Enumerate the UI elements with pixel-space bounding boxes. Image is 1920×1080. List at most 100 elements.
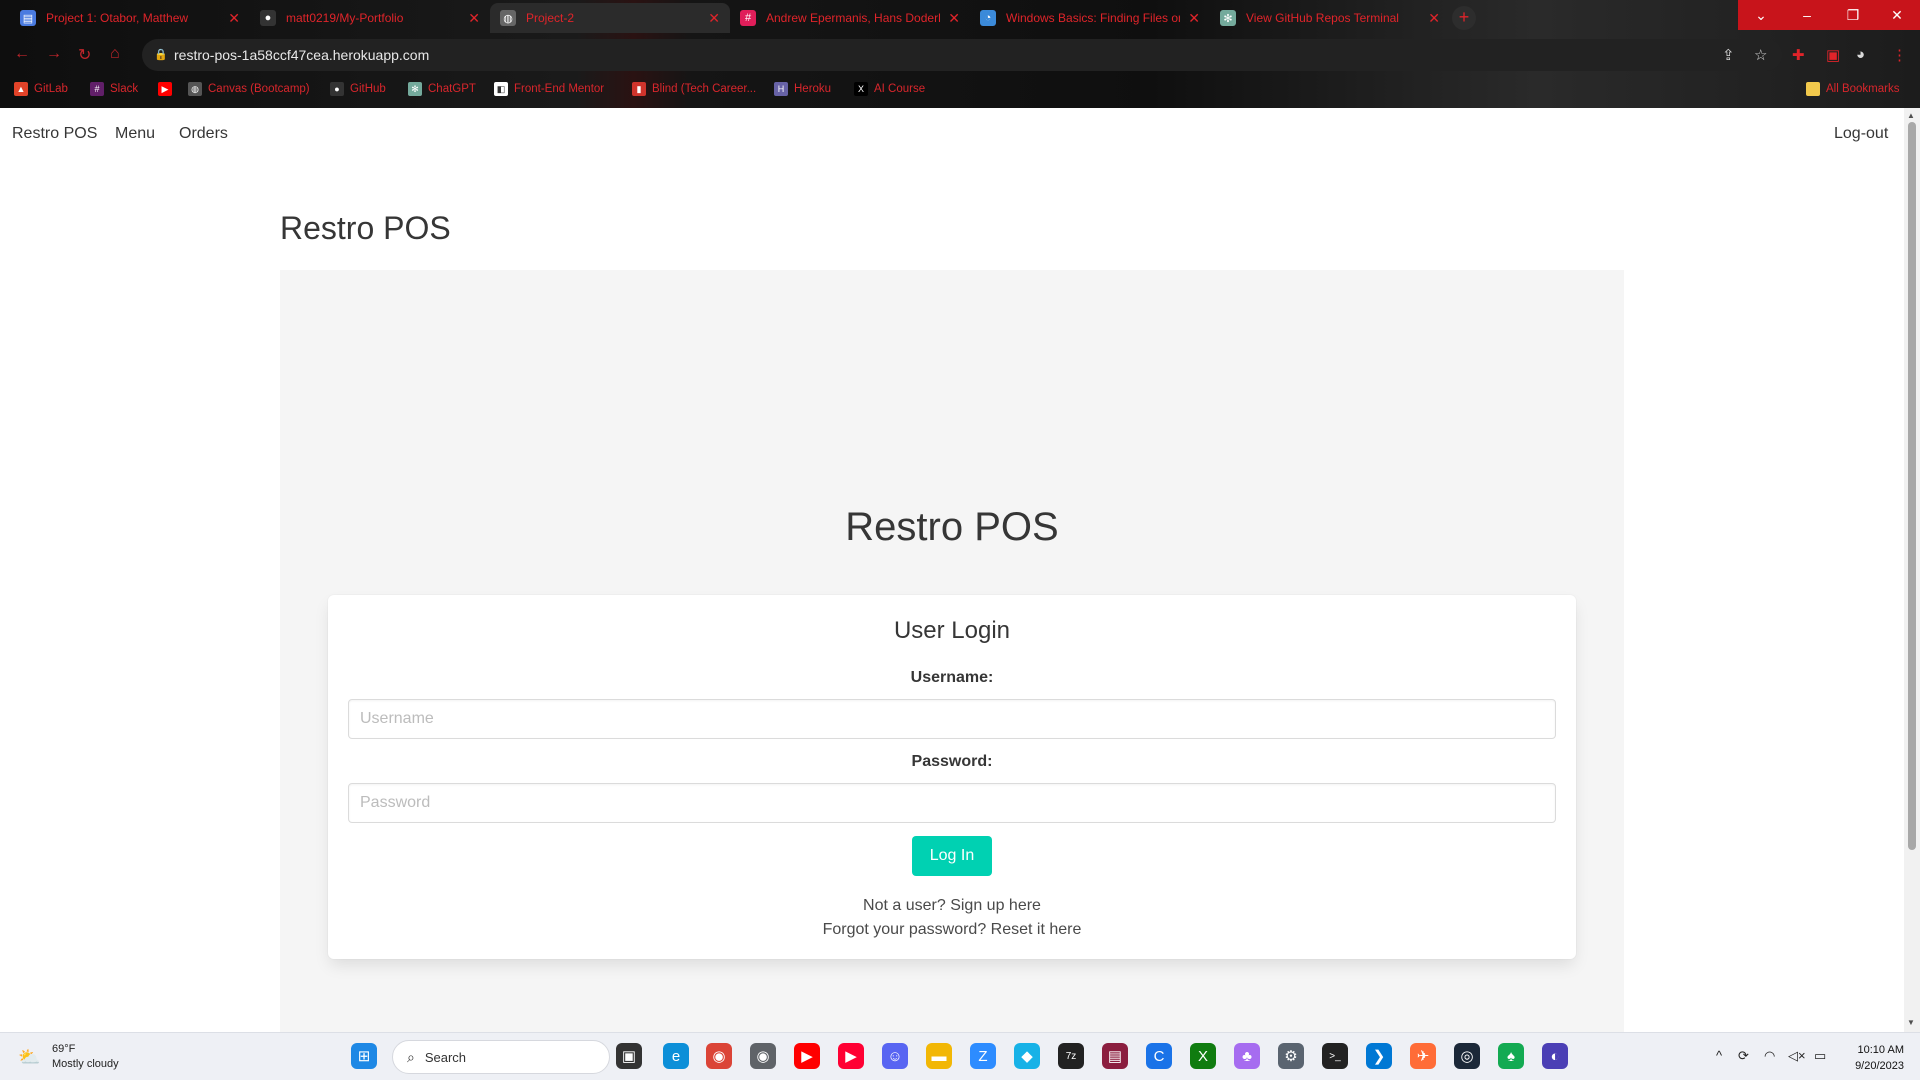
tab-title: Andrew Epermanis, Hans Doderl bbox=[766, 11, 941, 25]
side-panel-icon[interactable]: ▣ bbox=[1826, 46, 1840, 64]
terminal-icon[interactable]: >_ bbox=[1322, 1043, 1348, 1069]
volume-muted-icon[interactable]: ◁× bbox=[1788, 1048, 1806, 1064]
globe-icon: ◍ bbox=[188, 82, 202, 96]
game-controller-icon[interactable]: ♣ bbox=[1234, 1043, 1260, 1069]
password-input[interactable] bbox=[348, 783, 1556, 823]
share-icon[interactable]: ⇪ bbox=[1722, 46, 1735, 64]
reload-icon[interactable]: ↻ bbox=[78, 45, 91, 65]
doc-icon: ▤ bbox=[20, 10, 36, 26]
signup-link[interactable]: Not a user? Sign up here bbox=[328, 897, 1576, 915]
nav-logout-link[interactable]: Log-out bbox=[1834, 125, 1888, 143]
sync-icon[interactable]: ⟳ bbox=[1738, 1048, 1749, 1064]
slack-icon: # bbox=[740, 10, 756, 26]
bookmark-chatgpt[interactable]: ✻ ChatGPT bbox=[408, 82, 476, 96]
chrome-dev-icon[interactable]: ◉ bbox=[750, 1043, 776, 1069]
bookmark-label: All Bookmarks bbox=[1826, 83, 1900, 95]
wifi-icon[interactable]: ◠ bbox=[1764, 1048, 1775, 1064]
nav-brand-link[interactable]: Restro POS bbox=[12, 125, 97, 143]
discord-icon[interactable]: ☺ bbox=[882, 1043, 908, 1069]
close-icon[interactable]: ✕ bbox=[1428, 10, 1440, 27]
close-icon[interactable]: ✕ bbox=[948, 10, 960, 27]
home-icon[interactable]: ⌂ bbox=[110, 45, 120, 63]
youtube-music-icon[interactable]: ▶ bbox=[838, 1043, 864, 1069]
bookmark-label: GitLab bbox=[34, 83, 68, 95]
taskbar-search[interactable]: ⌕ Search bbox=[392, 1040, 610, 1074]
star-icon[interactable]: ☆ bbox=[1754, 46, 1767, 64]
tab-search-dropdown[interactable]: ⌄ bbox=[1738, 0, 1784, 30]
youtube-icon: ▶ bbox=[158, 82, 172, 96]
bookmark-slack[interactable]: # Slack bbox=[90, 82, 138, 96]
task-view-icon[interactable]: ▣ bbox=[616, 1043, 642, 1069]
nav-orders-link[interactable]: Orders bbox=[179, 125, 228, 143]
close-icon[interactable]: ✕ bbox=[1188, 10, 1200, 27]
avatar[interactable]: ◕ bbox=[1856, 46, 1865, 63]
tab-project-1[interactable]: ▤ Project 1: Otabor, Matthew ✕ bbox=[10, 3, 250, 33]
chrome-icon[interactable]: ◉ bbox=[706, 1043, 732, 1069]
blind-icon: ▮ bbox=[632, 82, 646, 96]
chevron-up-icon[interactable]: ^ bbox=[1716, 1048, 1722, 1063]
extensions-icon[interactable]: ✚ bbox=[1792, 46, 1805, 64]
close-window-button[interactable]: ✕ bbox=[1874, 0, 1920, 30]
bookmark-label: Canvas (Bootcamp) bbox=[208, 83, 310, 95]
bookmark-gitlab[interactable]: ▲ GitLab bbox=[14, 82, 68, 96]
vscode-icon[interactable]: ❯ bbox=[1366, 1043, 1392, 1069]
zoom-icon[interactable]: Z bbox=[970, 1043, 996, 1069]
steam-icon[interactable]: ◎ bbox=[1454, 1043, 1480, 1069]
tab-chatgpt[interactable]: ✻ View GitHub Repos Terminal ✕ bbox=[1210, 3, 1450, 33]
bookmark-youtube[interactable]: ▶ bbox=[158, 82, 178, 96]
tab-slack[interactable]: # Andrew Epermanis, Hans Doderl ✕ bbox=[730, 3, 970, 33]
edge-icon[interactable]: e bbox=[663, 1043, 689, 1069]
login-card: User Login Username: Password: Log In No… bbox=[328, 595, 1576, 959]
new-tab-button[interactable]: + bbox=[1452, 6, 1476, 30]
tab-portfolio[interactable]: ● matt0219/My-Portfolio ✕ bbox=[250, 3, 490, 33]
restore-button[interactable]: ❐ bbox=[1830, 0, 1876, 30]
chatgpt-icon: ✻ bbox=[408, 82, 422, 96]
close-icon[interactable]: ✕ bbox=[468, 10, 480, 27]
ccleaner-icon[interactable]: C bbox=[1146, 1043, 1172, 1069]
all-bookmarks[interactable]: All Bookmarks bbox=[1806, 82, 1900, 96]
7zip-icon[interactable]: 7z bbox=[1058, 1043, 1084, 1069]
bookmark-blind[interactable]: ▮ Blind (Tech Career... bbox=[632, 82, 756, 96]
tab-project-2[interactable]: ◍ Project-2 ✕ bbox=[490, 3, 730, 33]
scroll-up-icon[interactable]: ▲ bbox=[1907, 111, 1915, 120]
weather-widget[interactable]: ⛅ 69°F Mostly cloudy bbox=[18, 1042, 119, 1072]
winrar-icon[interactable]: ▤ bbox=[1102, 1043, 1128, 1069]
back-icon[interactable]: ← bbox=[14, 45, 30, 63]
close-icon[interactable]: ✕ bbox=[228, 10, 240, 27]
username-input[interactable] bbox=[348, 699, 1556, 739]
clock[interactable]: 10:10 AM 9/20/2023 bbox=[1840, 1042, 1904, 1074]
url-text: restro-pos-1a58ccf47cea.herokuapp.com bbox=[174, 47, 430, 63]
chatgpt-icon: ✻ bbox=[1220, 10, 1236, 26]
forward-icon[interactable]: → bbox=[46, 45, 62, 63]
reset-password-link[interactable]: Forgot your password? Reset it here bbox=[328, 921, 1576, 939]
nav-menu-link[interactable]: Menu bbox=[115, 125, 155, 143]
settings-icon[interactable]: ⚙ bbox=[1278, 1043, 1304, 1069]
file-explorer-icon[interactable]: ▬ bbox=[926, 1043, 952, 1069]
address-bar[interactable]: 🔒 restro-pos-1a58ccf47cea.herokuapp.com bbox=[142, 39, 1782, 71]
close-icon[interactable]: ✕ bbox=[708, 10, 720, 27]
bookmark-github[interactable]: ● GitHub bbox=[330, 82, 386, 96]
globe-icon: ◍ bbox=[500, 10, 516, 26]
more-menu-icon[interactable]: ⋮ bbox=[1892, 46, 1907, 64]
start-icon[interactable]: ⊞ bbox=[351, 1043, 377, 1069]
bookmark-label: Blind (Tech Career... bbox=[652, 83, 757, 95]
bookmark-heroku[interactable]: H Heroku bbox=[774, 82, 831, 96]
xbox-icon[interactable]: X bbox=[1190, 1043, 1216, 1069]
bookmark-ai-course[interactable]: X AI Course bbox=[854, 82, 925, 96]
tab-windows-basics[interactable]: ◔ Windows Basics: Finding Files on ✕ bbox=[970, 3, 1210, 33]
kodi-icon[interactable]: ◆ bbox=[1014, 1043, 1040, 1069]
mongodb-icon[interactable]: ♠ bbox=[1498, 1043, 1524, 1069]
minimize-button[interactable]: – bbox=[1784, 0, 1830, 30]
youtube-icon[interactable]: ▶ bbox=[794, 1043, 820, 1069]
bookmark-label: Slack bbox=[110, 83, 139, 95]
postman-icon[interactable]: ✈ bbox=[1410, 1043, 1436, 1069]
bookmark-canvas[interactable]: ◍ Canvas (Bootcamp) bbox=[188, 82, 310, 96]
login-button[interactable]: Log In bbox=[912, 836, 992, 876]
scrollbar-thumb[interactable] bbox=[1908, 122, 1916, 850]
battery-icon[interactable]: ▭ bbox=[1814, 1048, 1826, 1064]
page-scrollbar[interactable]: ▲ ▼ bbox=[1904, 108, 1920, 1032]
scroll-down-icon[interactable]: ▼ bbox=[1907, 1018, 1915, 1027]
gitlab-icon: ▲ bbox=[14, 82, 28, 96]
bookmark-front-end-mentor[interactable]: ◧ Front-End Mentor bbox=[494, 82, 604, 96]
app-icon[interactable]: ◐ bbox=[1542, 1043, 1568, 1069]
